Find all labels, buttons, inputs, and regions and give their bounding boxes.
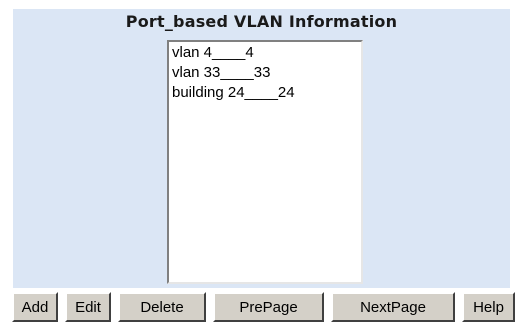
prepage-button[interactable]: PrePage bbox=[213, 292, 324, 322]
list-item[interactable]: vlan 4____4 bbox=[172, 43, 358, 63]
add-button[interactable]: Add bbox=[12, 292, 58, 322]
page-title: Port_based VLAN Information bbox=[125, 12, 398, 31]
list-item[interactable]: vlan 33____33 bbox=[172, 63, 358, 83]
vlan-listbox[interactable]: vlan 4____4 vlan 33____33 building 24___… bbox=[167, 40, 363, 284]
edit-button[interactable]: Edit bbox=[65, 292, 111, 322]
help-button[interactable]: Help bbox=[462, 292, 515, 322]
delete-button[interactable]: Delete bbox=[118, 292, 206, 322]
list-item[interactable]: building 24____24 bbox=[172, 83, 358, 103]
vlan-info-panel: Port_based VLAN Information vlan 4____4 … bbox=[13, 9, 510, 288]
nextpage-button[interactable]: NextPage bbox=[331, 292, 455, 322]
button-bar: Add Edit Delete PrePage NextPage Help bbox=[0, 292, 517, 324]
